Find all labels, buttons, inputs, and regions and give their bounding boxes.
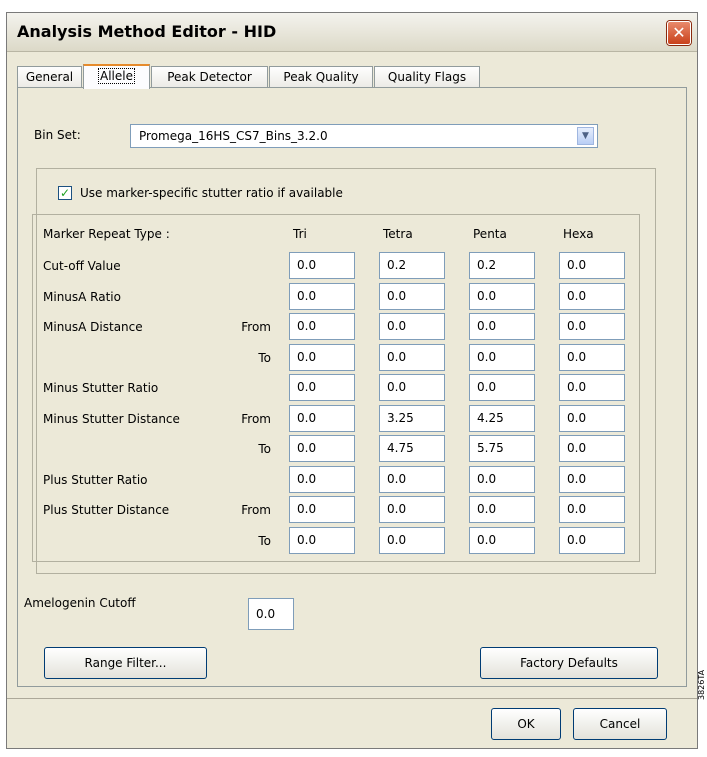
value-field-tri[interactable]: 0.0 <box>289 374 355 401</box>
amelogenin-cutoff-label: Amelogenin Cutoff <box>24 596 136 610</box>
value-field-hexa[interactable]: 0.0 <box>559 374 625 401</box>
value-field-penta[interactable]: 0.0 <box>469 465 535 493</box>
column-header-penta: Penta <box>473 227 507 241</box>
tab-peak-quality[interactable]: Peak Quality <box>269 66 373 87</box>
row-label: Minus Stutter Distance <box>43 411 180 426</box>
tab-general-label: General <box>25 70 74 84</box>
ok-button[interactable]: OK <box>491 708 561 740</box>
row-label: MinusA Ratio <box>43 289 121 304</box>
value-field-penta[interactable]: 0.2 <box>469 252 535 279</box>
tab-quality-flags-label: Quality Flags <box>387 70 467 84</box>
value-field-tetra[interactable]: 0.0 <box>379 282 445 310</box>
value-field-tetra[interactable]: 4.75 <box>379 435 445 462</box>
value-field-penta[interactable]: 0.0 <box>469 374 535 401</box>
bin-set-label: Bin Set: <box>34 128 81 142</box>
value-field-penta[interactable]: 0.0 <box>469 526 535 554</box>
value-field-tetra[interactable]: 0.0 <box>379 496 445 523</box>
value-field-tri[interactable]: 0.0 <box>289 465 355 493</box>
row-range-label: To <box>258 442 271 456</box>
value-field-penta[interactable]: 0.0 <box>469 496 535 523</box>
value-field-hexa[interactable]: 0.0 <box>559 313 625 340</box>
row-range-label: From <box>241 320 271 334</box>
value-field-tri[interactable]: 0.0 <box>289 282 355 310</box>
value-field-hexa[interactable]: 0.0 <box>559 404 625 432</box>
chevron-down-icon[interactable]: ▼ <box>577 127 594 145</box>
value-field-tri[interactable]: 0.0 <box>289 496 355 523</box>
value-field-hexa[interactable]: 0.0 <box>559 343 625 371</box>
marker-repeat-type-label: Marker Repeat Type : <box>43 227 170 241</box>
row-label: Plus Stutter Ratio <box>43 472 148 487</box>
analysis-method-editor-window: Analysis Method Editor - HID ✕ General A… <box>6 12 698 749</box>
value-field-tri[interactable]: 0.0 <box>289 435 355 462</box>
value-field-tetra[interactable]: 0.0 <box>379 313 445 340</box>
value-field-penta[interactable]: 5.75 <box>469 435 535 462</box>
tab-allele-label: Allele <box>98 68 135 84</box>
figure-code: 3826TA <box>697 669 706 700</box>
value-field-tetra[interactable]: 0.0 <box>379 526 445 554</box>
value-field-hexa[interactable]: 0.0 <box>559 496 625 523</box>
value-field-hexa[interactable]: 0.0 <box>559 282 625 310</box>
value-field-penta[interactable]: 0.0 <box>469 282 535 310</box>
row-range-label: To <box>258 533 271 548</box>
amelogenin-cutoff-input[interactable]: 0.0 <box>248 598 294 630</box>
value-field-hexa[interactable]: 0.0 <box>559 435 625 462</box>
value-field-tetra[interactable]: 0.0 <box>379 343 445 371</box>
close-icon[interactable]: ✕ <box>667 21 691 45</box>
value-field-hexa[interactable]: 0.0 <box>559 465 625 493</box>
factory-defaults-button[interactable]: Factory Defaults <box>480 647 658 679</box>
value-field-tri[interactable]: 0.0 <box>289 343 355 371</box>
value-field-tetra[interactable]: 0.0 <box>379 465 445 493</box>
value-field-tri[interactable]: 0.0 <box>289 526 355 554</box>
allele-tab-panel: Bin Set: Promega_16HS_CS7_Bins_3.2.0 ▼ ✓… <box>17 87 687 687</box>
tab-peak-detector-label: Peak Detector <box>167 70 252 84</box>
window-title: Analysis Method Editor - HID <box>17 22 277 41</box>
cancel-button[interactable]: Cancel <box>573 708 667 740</box>
column-header-tri: Tri <box>293 227 307 241</box>
value-field-tri[interactable]: 0.0 <box>289 252 355 279</box>
row-label: Cut-off Value <box>43 259 121 273</box>
footer-divider <box>7 698 697 699</box>
value-field-penta[interactable]: 0.0 <box>469 343 535 371</box>
tab-quality-flags[interactable]: Quality Flags <box>374 66 480 87</box>
value-field-tetra[interactable]: 3.25 <box>379 404 445 432</box>
tab-peak-quality-label: Peak Quality <box>283 70 359 84</box>
value-field-tetra[interactable]: 0.2 <box>379 252 445 279</box>
row-label: Minus Stutter Ratio <box>43 381 159 395</box>
row-label: Plus Stutter Distance <box>43 503 170 517</box>
bin-set-value: Promega_16HS_CS7_Bins_3.2.0 <box>139 129 328 143</box>
bin-set-select[interactable]: Promega_16HS_CS7_Bins_3.2.0 ▼ <box>130 124 598 148</box>
value-field-hexa[interactable]: 0.0 <box>559 526 625 554</box>
column-header-tetra: Tetra <box>383 227 413 241</box>
row-range-label: From <box>241 503 271 517</box>
value-field-penta[interactable]: 0.0 <box>469 313 535 340</box>
tab-allele[interactable]: Allele <box>83 64 150 89</box>
marker-specific-stutter-label: Use marker-specific stutter ratio if ava… <box>80 186 343 200</box>
marker-specific-stutter-checkbox[interactable]: ✓ <box>58 186 72 200</box>
title-bar: Analysis Method Editor - HID ✕ <box>7 13 697 52</box>
value-field-tri[interactable]: 0.0 <box>289 404 355 432</box>
value-field-hexa[interactable]: 0.0 <box>559 252 625 279</box>
marker-parameters-grid: Marker Repeat Type : Tri Tetra Penta Hex… <box>32 214 640 562</box>
value-field-tri[interactable]: 0.0 <box>289 313 355 340</box>
row-range-label: From <box>241 411 271 426</box>
row-range-label: To <box>258 350 271 365</box>
value-field-penta[interactable]: 4.25 <box>469 404 535 432</box>
range-filter-button[interactable]: Range Filter... <box>44 647 207 679</box>
tab-general[interactable]: General <box>17 66 82 87</box>
tab-peak-detector[interactable]: Peak Detector <box>151 66 268 87</box>
value-field-tetra[interactable]: 0.0 <box>379 374 445 401</box>
column-header-hexa: Hexa <box>563 227 594 241</box>
row-label: MinusA Distance <box>43 320 143 334</box>
